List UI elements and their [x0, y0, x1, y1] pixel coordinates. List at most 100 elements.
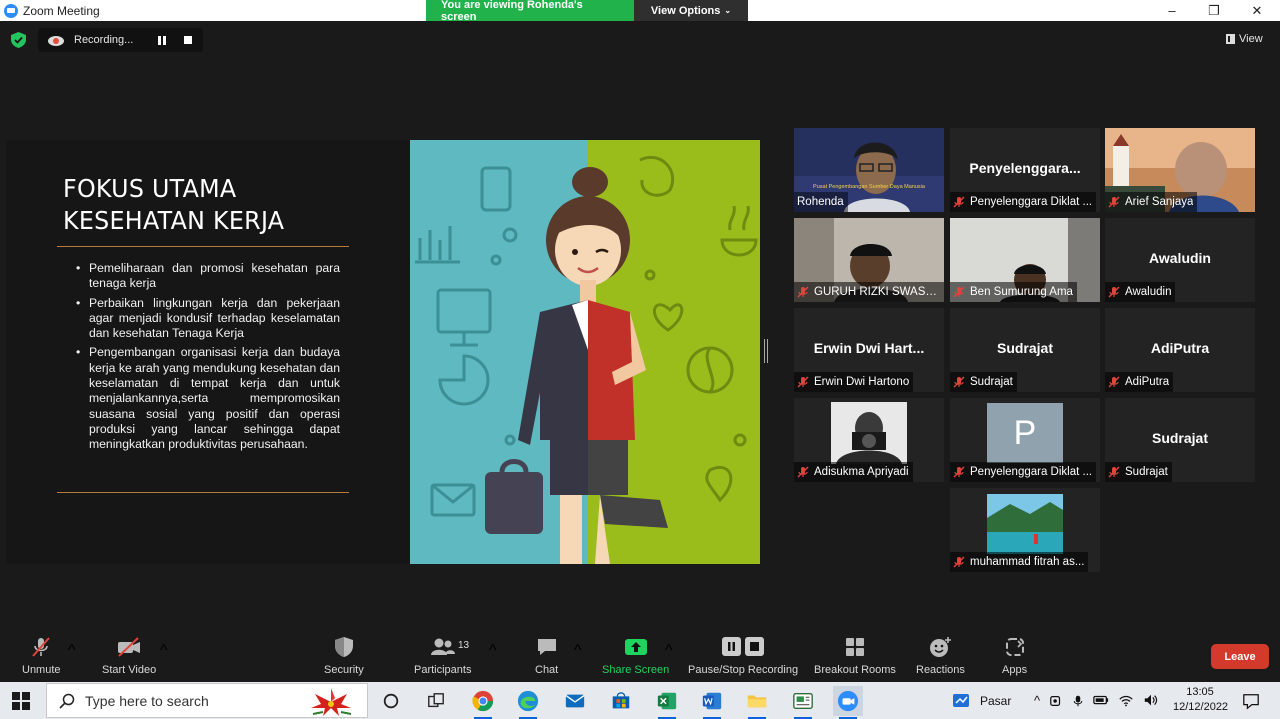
chat-bubble-icon	[537, 639, 556, 655]
audio-options-caret[interactable]: ^	[68, 642, 76, 660]
participant-tile[interactable]: GURUH RIZKI SWASTI...	[794, 218, 944, 302]
mail-icon[interactable]	[560, 686, 590, 716]
encryption-shield-icon[interactable]	[11, 32, 26, 48]
volume-icon[interactable]	[1143, 693, 1159, 707]
pause-recording-icon[interactable]	[158, 35, 166, 45]
slide-title: FOKUS UTAMA KESEHATAN KERJA	[63, 173, 284, 237]
chat-button[interactable]: Chat	[535, 636, 558, 676]
participant-tile[interactable]: Sudrajat Sudrajat	[950, 308, 1100, 392]
muted-mic-icon	[1108, 286, 1120, 298]
participant-avatar: P	[987, 403, 1063, 463]
store-icon[interactable]	[606, 686, 636, 716]
participant-name: Ben Sumurung Ama	[970, 286, 1073, 298]
close-button[interactable]: ✕	[1237, 0, 1277, 21]
unmute-button[interactable]: Unmute	[22, 636, 61, 676]
chrome-icon[interactable]	[468, 686, 498, 719]
zoom-logo-icon	[4, 3, 18, 18]
apps-icon	[1005, 638, 1024, 656]
participant-name-label: Erwin Dwi Hartono	[794, 372, 914, 392]
muted-mic-icon	[953, 466, 965, 478]
chart-widget-icon	[953, 693, 969, 707]
zoom-taskbar-icon[interactable]	[833, 686, 863, 719]
muted-mic-icon	[32, 637, 51, 657]
participant-tile[interactable]: Adisukma Apriyadi	[794, 398, 944, 482]
share-screen-icon	[624, 639, 647, 655]
participant-name: Sudrajat	[970, 376, 1013, 388]
split-view-handle[interactable]	[764, 339, 768, 363]
muted-mic-icon	[1108, 376, 1120, 388]
apps-button[interactable]: Apps	[1002, 636, 1027, 676]
video-options-caret[interactable]: ^	[160, 642, 168, 660]
muted-mic-icon	[797, 286, 809, 298]
taskbar-search-input[interactable]: Type here to search	[46, 683, 368, 718]
participant-name: Awaludin	[1125, 286, 1172, 298]
breakout-rooms-button[interactable]: Breakout Rooms	[814, 636, 896, 676]
share-screen-button[interactable]: Share Screen	[602, 636, 669, 676]
view-options-label: View Options	[650, 4, 721, 17]
chevron-up-icon[interactable]: ^	[1034, 693, 1040, 708]
share-options-caret[interactable]: ^	[665, 642, 673, 660]
cortana-icon[interactable]	[376, 686, 406, 716]
leave-button[interactable]: Leave	[1211, 644, 1269, 669]
muted-mic-icon	[1108, 196, 1120, 208]
participant-tile[interactable]: P Penyelenggara Diklat ...	[950, 398, 1100, 482]
start-video-button[interactable]: Start Video	[102, 636, 156, 676]
excel-icon[interactable]	[652, 686, 682, 719]
presentation-app-icon[interactable]	[788, 686, 818, 719]
participant-tile[interactable]: Ben Sumurung Ama	[950, 218, 1100, 302]
participant-name-label: Penyelenggara Diklat ...	[950, 192, 1097, 212]
camera-icon[interactable]	[1049, 694, 1063, 708]
apps-label: Apps	[1002, 664, 1028, 676]
market-widget[interactable]: Pasar	[952, 682, 1011, 719]
participant-tile[interactable]: Awaludin Awaludin	[1105, 218, 1255, 302]
participant-tile[interactable]: Arief Sanjaya	[1105, 128, 1255, 212]
participant-display-name: Awaludin	[1149, 250, 1211, 266]
word-icon[interactable]	[697, 686, 727, 719]
minimize-button[interactable]: –	[1152, 0, 1192, 21]
slide-title-line2: KESEHATAN KERJA	[63, 206, 285, 235]
clock-time: 13:05	[1186, 686, 1214, 698]
search-icon	[59, 693, 75, 709]
wifi-icon[interactable]	[1118, 693, 1134, 707]
participant-name-label: AdiPutra	[1105, 372, 1174, 392]
worker-illustration	[410, 140, 760, 564]
participant-tile[interactable]: muhammad fitrah as...	[950, 488, 1100, 572]
edge-icon[interactable]	[513, 686, 543, 719]
file-explorer-icon[interactable]	[742, 686, 772, 719]
participant-tile[interactable]: Sudrajat Sudrajat	[1105, 398, 1255, 482]
stop-recording-icon[interactable]	[184, 36, 192, 44]
participant-name-label: GURUH RIZKI SWASTI...	[794, 282, 944, 302]
shield-icon	[334, 637, 353, 657]
pause-stop-recording-label: Pause/Stop Recording	[688, 664, 799, 676]
participant-tile[interactable]: Erwin Dwi Hart... Erwin Dwi Hartono	[794, 308, 944, 392]
notifications-icon[interactable]	[1236, 686, 1266, 716]
task-view-icon[interactable]	[421, 686, 451, 716]
participant-name: Erwin Dwi Hartono	[814, 376, 910, 388]
participant-name-label: Sudrajat	[1105, 462, 1172, 482]
view-layout-icon	[1226, 34, 1235, 44]
participant-tile[interactable]: Penyelenggara... Penyelenggara Diklat ..…	[950, 128, 1100, 212]
pause-stop-recording-button[interactable]: Pause/Stop Recording	[688, 636, 798, 676]
windows-start-icon[interactable]	[12, 692, 30, 710]
search-placeholder: Type here to search	[85, 692, 209, 709]
reactions-button[interactable]: Reactions	[916, 636, 965, 676]
microphone-icon[interactable]	[1072, 695, 1084, 707]
participant-display-name: Sudrajat	[1151, 430, 1208, 446]
muted-mic-icon	[953, 376, 965, 388]
maximize-button[interactable]: ❐	[1194, 0, 1234, 21]
viewing-screen-label: You are viewing Rohenda's screen	[426, 0, 634, 23]
security-button[interactable]: Security	[324, 636, 364, 676]
pause-stop-icon	[722, 637, 765, 656]
market-label: Pasar	[980, 693, 1012, 708]
participant-name-label: Ben Sumurung Ama	[950, 282, 1077, 302]
recording-indicator: Recording...	[38, 28, 203, 52]
view-options-button[interactable]: View Options ⌄	[634, 0, 748, 21]
view-button[interactable]: View	[1226, 33, 1263, 45]
chat-options-caret[interactable]: ^	[574, 642, 582, 660]
participant-tile[interactable]: Pusat Pengembangan Sumber Daya Manusia R…	[794, 128, 944, 212]
participant-tile[interactable]: AdiPutra AdiPutra	[1105, 308, 1255, 392]
participants-options-caret[interactable]: ^	[489, 642, 497, 660]
taskbar-clock[interactable]: 13:05 12/12/2022	[1173, 685, 1228, 715]
battery-icon[interactable]	[1093, 693, 1109, 707]
avatar-letter: P	[1013, 413, 1037, 452]
